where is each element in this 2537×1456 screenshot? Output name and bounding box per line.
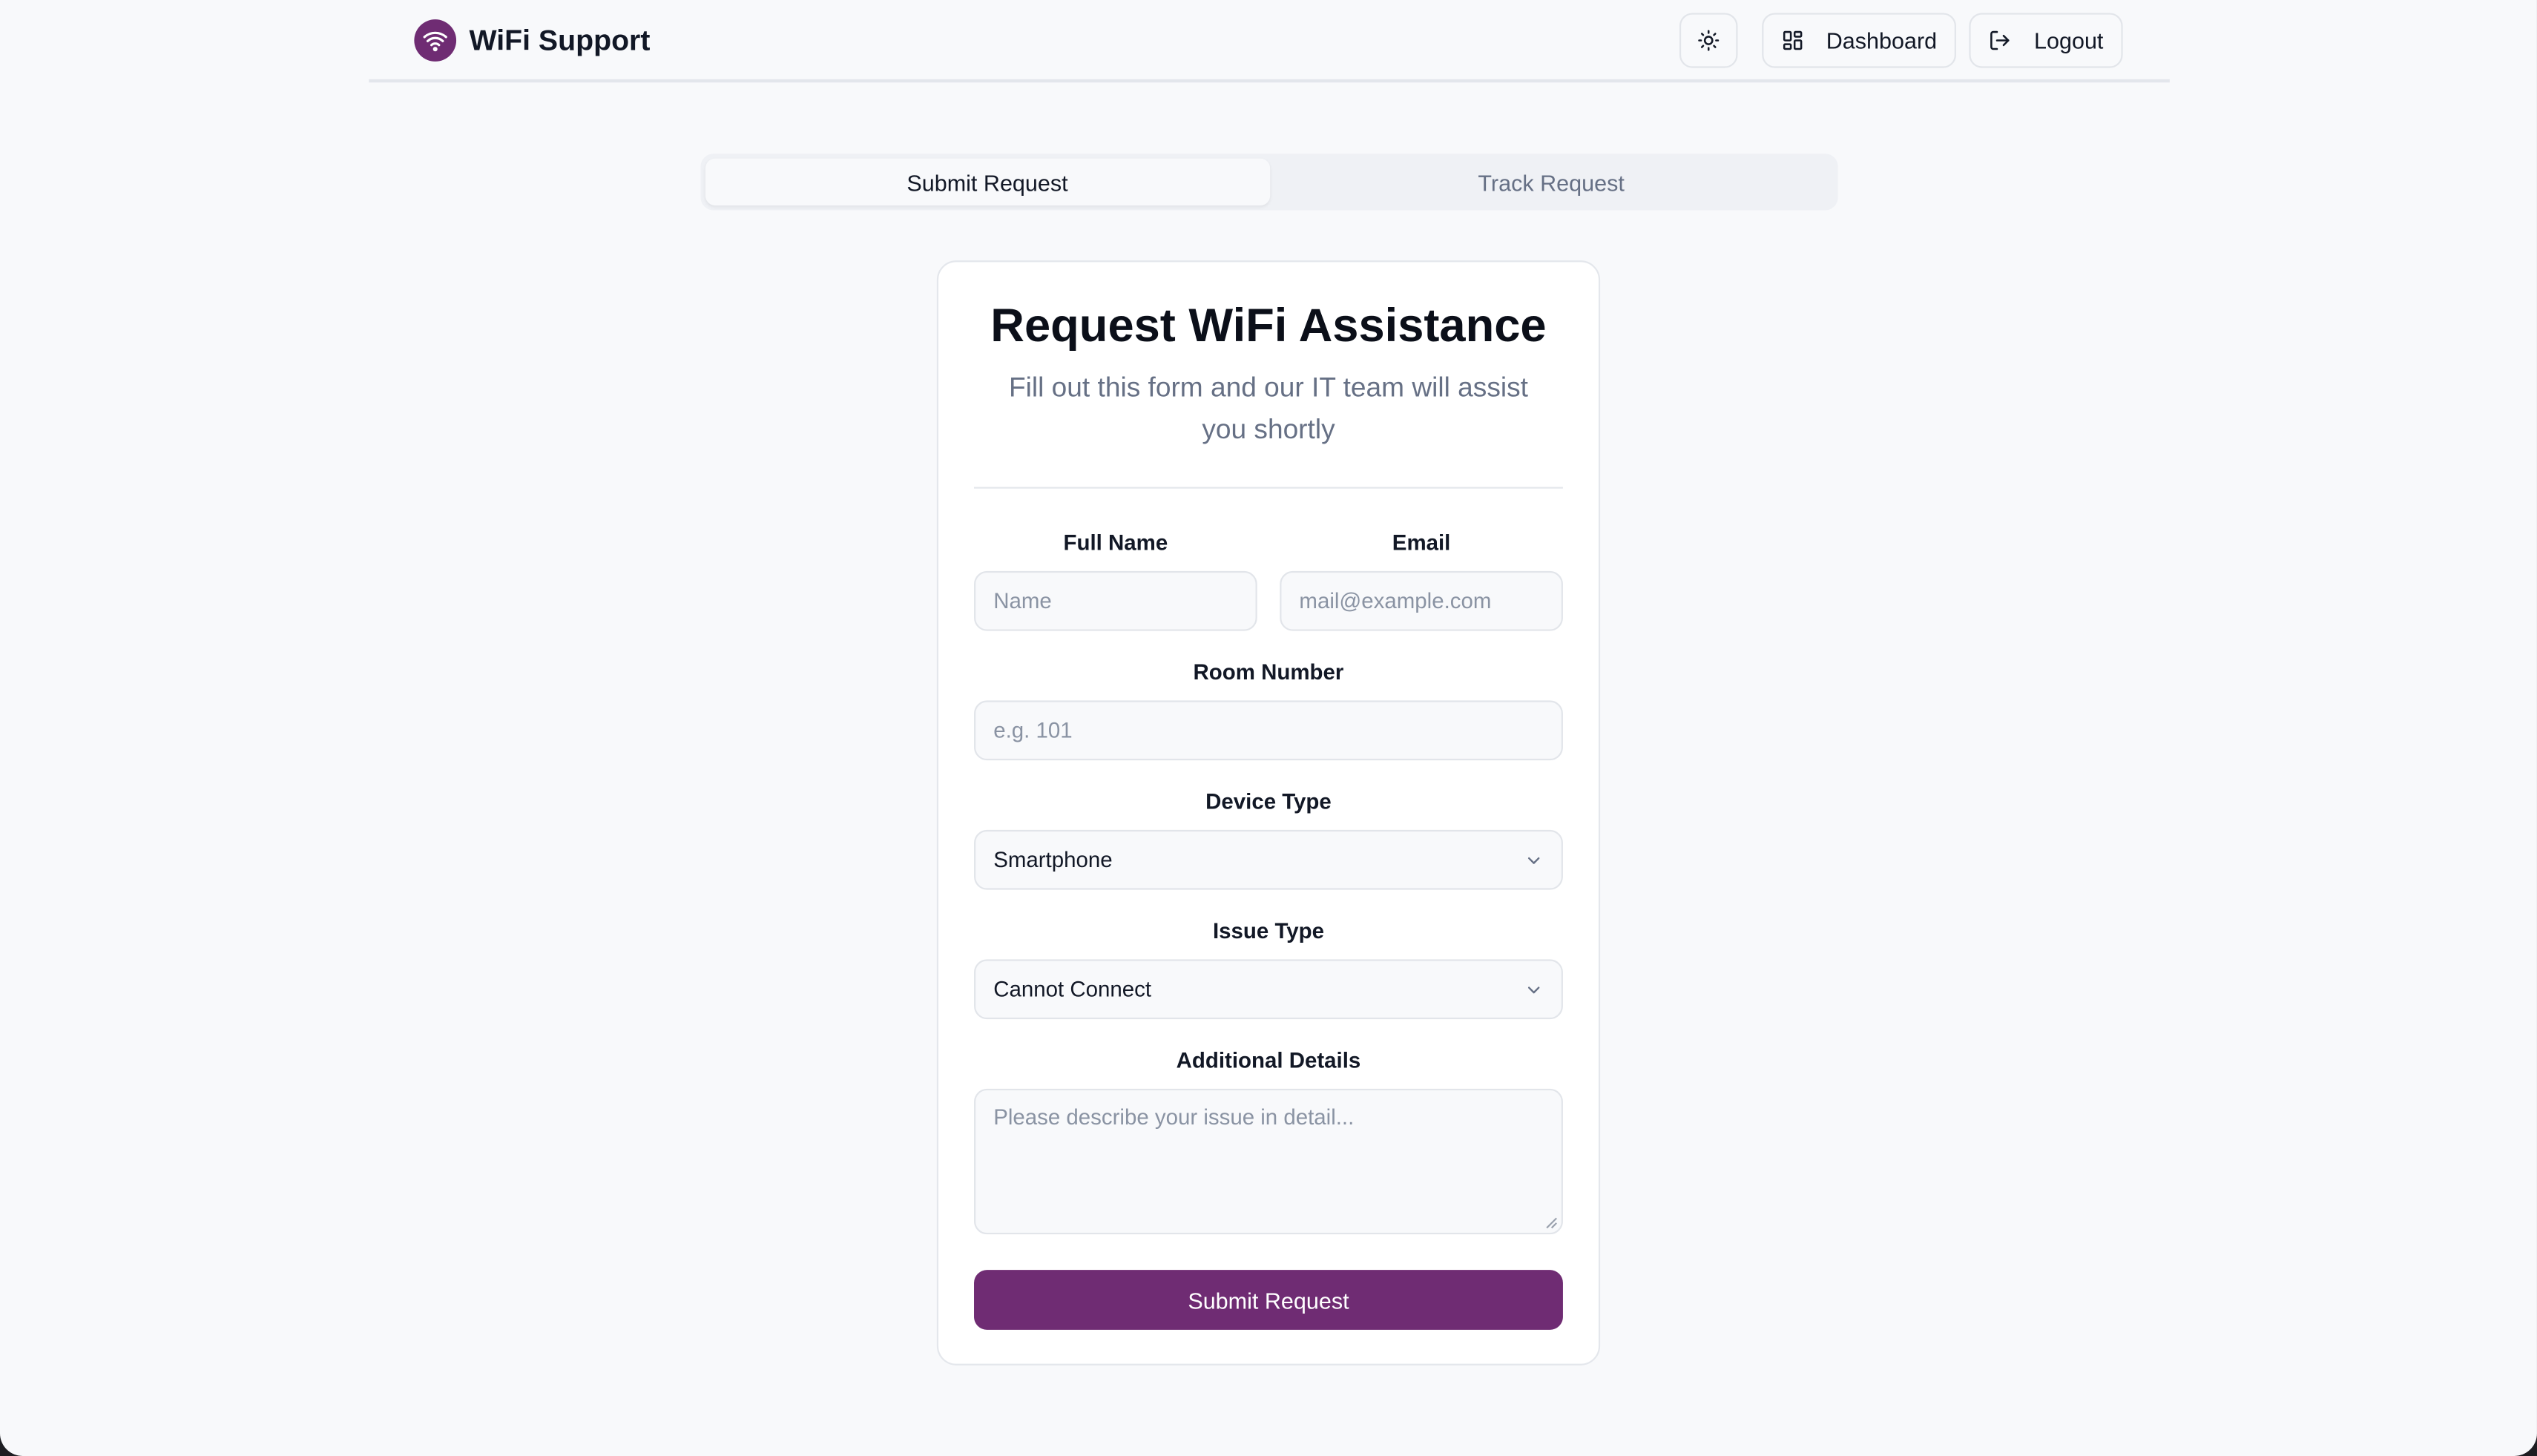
top-navbar: WiFi Support Dashboard Logout bbox=[369, 0, 2170, 83]
dashboard-label: Dashboard bbox=[1826, 27, 1938, 53]
issue-type-label: Issue Type bbox=[1212, 918, 1324, 943]
device-type-label: Device Type bbox=[1205, 789, 1332, 814]
tab-track-request[interactable]: Track Request bbox=[1269, 159, 1833, 205]
additional-details-textarea[interactable] bbox=[974, 1088, 1563, 1235]
resize-handle-icon[interactable] bbox=[1545, 1216, 1558, 1229]
wifi-logo-icon bbox=[414, 19, 457, 62]
full-name-input[interactable] bbox=[974, 570, 1257, 631]
request-tabs: Submit Request Track Request bbox=[700, 154, 1838, 211]
theme-toggle-button[interactable] bbox=[1679, 13, 1737, 68]
chevron-down-icon bbox=[1527, 986, 1540, 993]
email-label: Email bbox=[1392, 530, 1451, 556]
dashboard-grid-icon bbox=[1783, 30, 1802, 50]
brand[interactable]: WiFi Support bbox=[414, 19, 650, 62]
issue-type-value: Cannot Connect bbox=[993, 977, 1152, 1002]
device-type-value: Smartphone bbox=[993, 847, 1113, 872]
email-input[interactable] bbox=[1280, 570, 1563, 631]
room-number-input[interactable] bbox=[974, 700, 1563, 761]
chevron-down-icon bbox=[1527, 856, 1540, 863]
room-number-label: Room Number bbox=[1193, 659, 1344, 685]
issue-type-select[interactable]: Cannot Connect bbox=[974, 959, 1563, 1020]
dashboard-button[interactable]: Dashboard bbox=[1761, 13, 1957, 68]
divider bbox=[974, 487, 1563, 489]
additional-details-label: Additional Details bbox=[1176, 1048, 1361, 1073]
nav-actions: Dashboard Logout bbox=[1679, 13, 2123, 68]
request-form-card: Request WiFi Assistance Fill out this fo… bbox=[936, 260, 1601, 1366]
tab-submit-request[interactable]: Submit Request bbox=[705, 158, 1270, 205]
app-viewport: WiFi Support Dashboard Logout Submit Req… bbox=[0, 0, 2537, 1456]
submit-request-button[interactable]: Submit Request bbox=[974, 1270, 1563, 1330]
form-title: Request WiFi Assistance bbox=[990, 300, 1547, 353]
name-email-row: Full Name Email bbox=[974, 530, 1563, 631]
logout-icon bbox=[1990, 30, 2010, 50]
full-name-label: Full Name bbox=[1063, 530, 1168, 556]
device-type-select[interactable]: Smartphone bbox=[974, 829, 1563, 890]
logout-button[interactable]: Logout bbox=[1969, 13, 2123, 68]
sun-icon bbox=[1697, 30, 1719, 51]
logout-label: Logout bbox=[2034, 27, 2104, 53]
app-title: WiFi Support bbox=[469, 23, 651, 56]
form-subtitle: Fill out this form and our IT team will … bbox=[1009, 372, 1528, 445]
